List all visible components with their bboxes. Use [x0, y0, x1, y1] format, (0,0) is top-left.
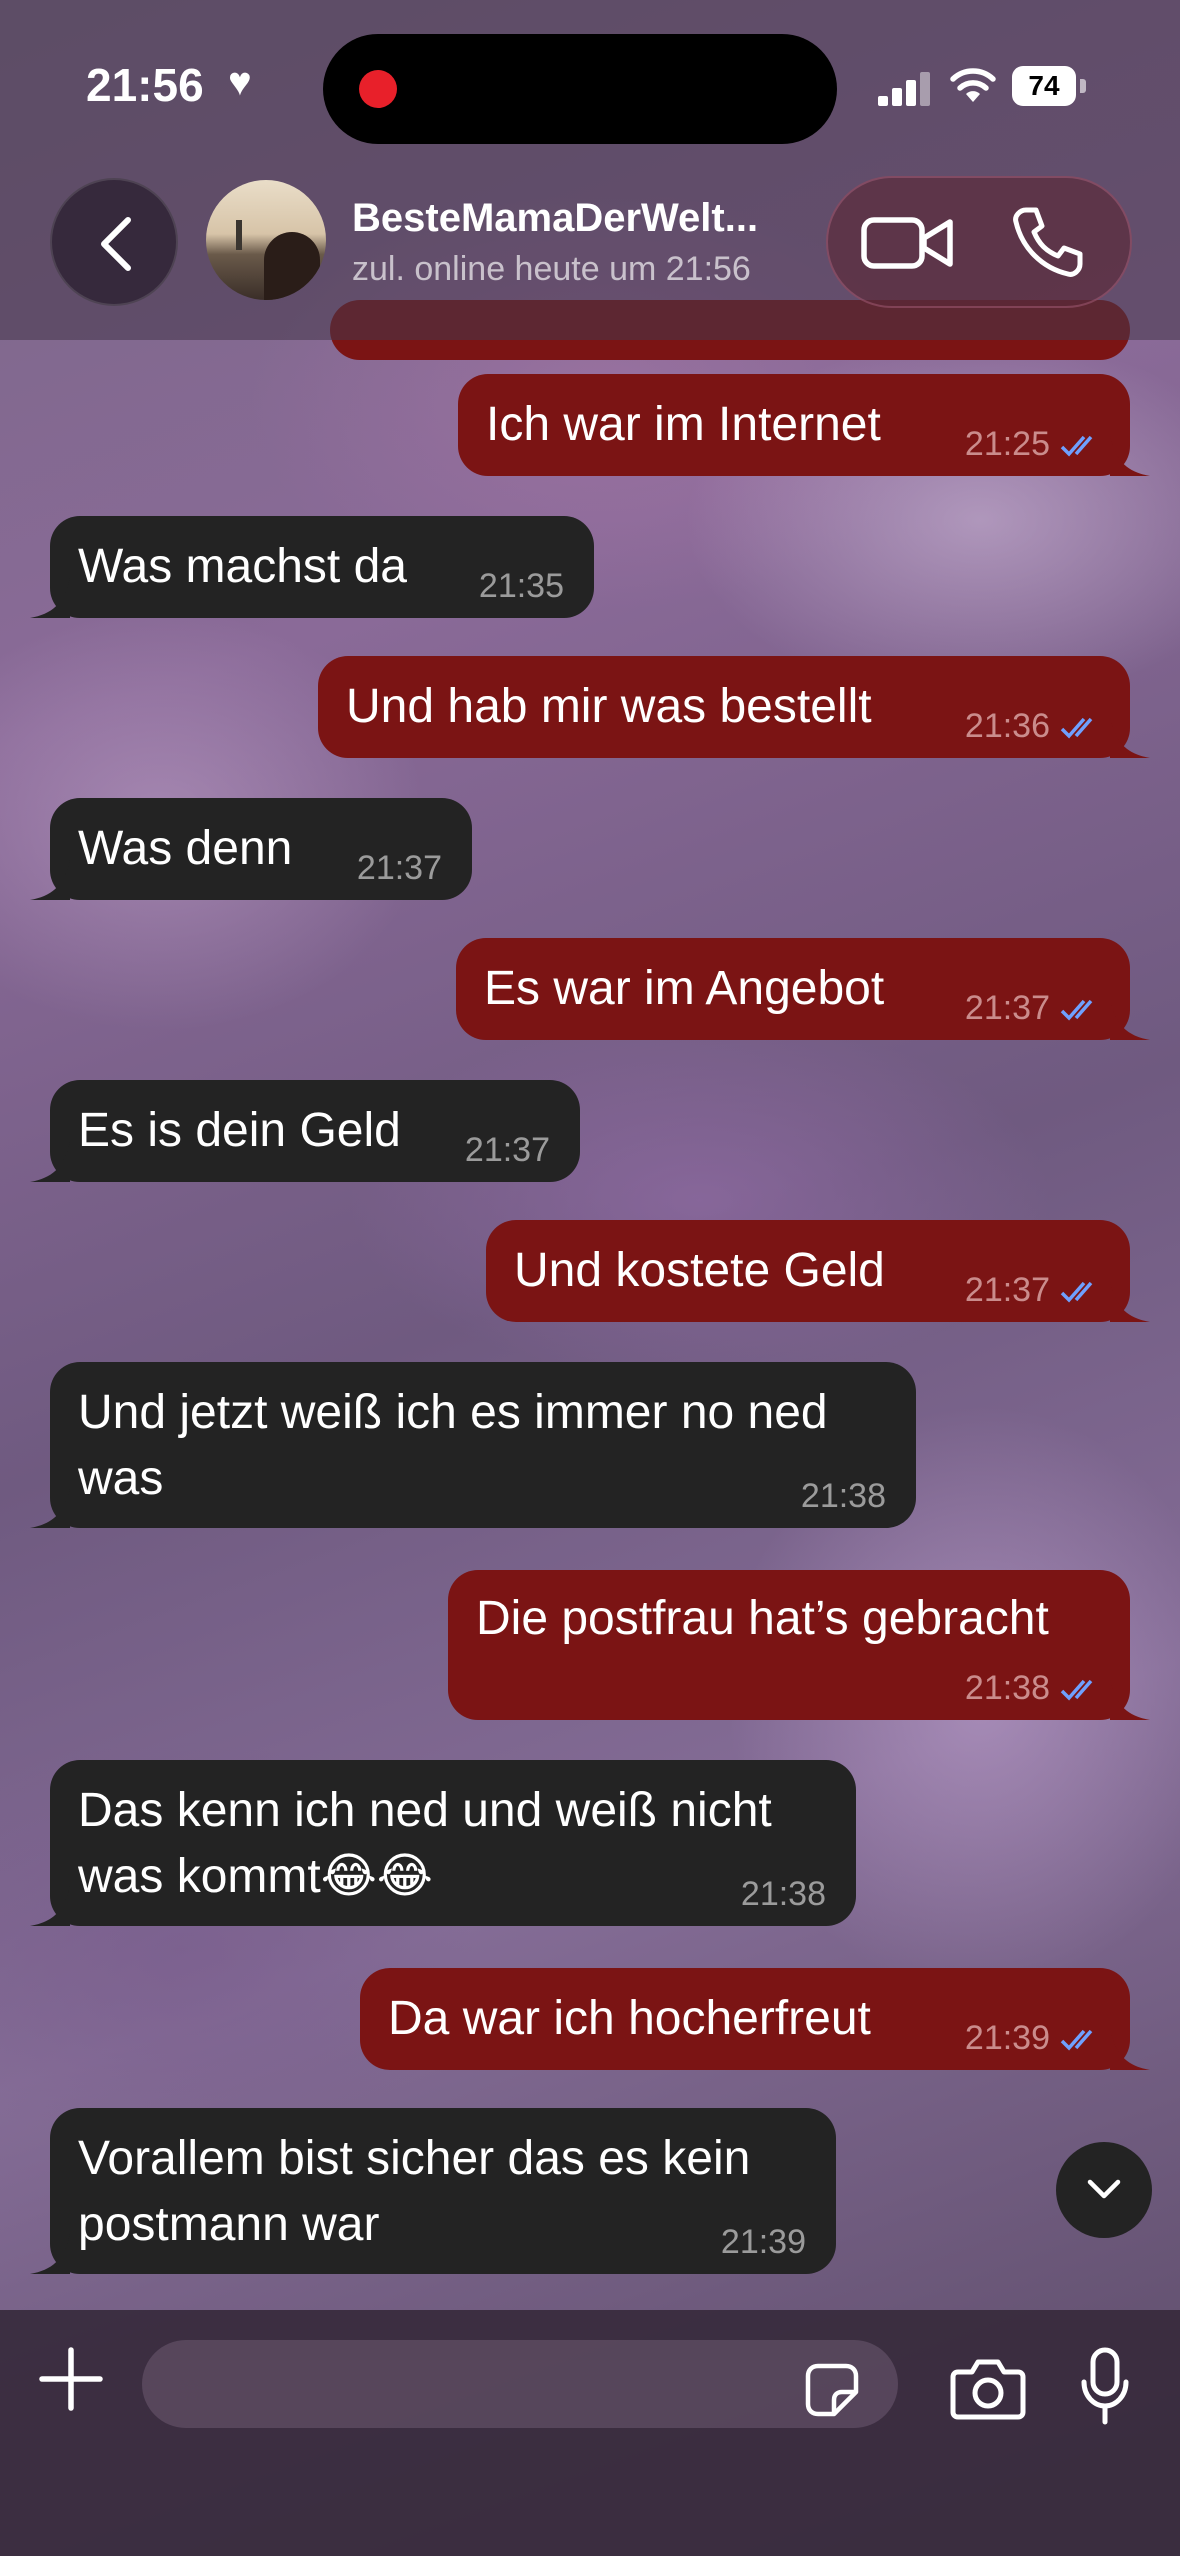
message-time: 21:38 — [800, 1477, 886, 1515]
avatar-figure — [264, 232, 320, 300]
recording-indicator — [359, 70, 397, 108]
read-ticks-icon — [1060, 1281, 1093, 1303]
message-bubble-outgoing[interactable]: Und kostete Geld 21:37 — [486, 1220, 1150, 1322]
dynamic-island — [323, 34, 837, 144]
message-bubble-incoming[interactable]: Was machst da 21:35 — [30, 516, 594, 618]
video-call-icon[interactable] — [858, 208, 958, 278]
message-time: 21:39 — [720, 2223, 806, 2261]
message-text: Das kenn ich ned und weiß nicht was komm… — [78, 1784, 786, 1903]
camera-icon[interactable] — [950, 2356, 1026, 2420]
bubble-tail — [1110, 1680, 1150, 1720]
message-time: 21:38 — [740, 1875, 826, 1913]
call-actions — [826, 176, 1132, 308]
sticker-icon[interactable] — [804, 2362, 860, 2418]
message-input-bar — [0, 2310, 1180, 2556]
message-text: Die postfrau hat’s gebracht — [476, 1592, 1049, 1645]
message-bubble-outgoing[interactable]: Die postfrau hat’s gebracht 21:38 — [448, 1570, 1150, 1720]
back-chevron-icon — [101, 217, 131, 271]
message-text: Und jetzt weiß ich es immer no ned was — [78, 1386, 841, 1505]
read-ticks-icon — [1060, 2029, 1093, 2051]
message-meta: 21:39 — [965, 2018, 1106, 2058]
back-button[interactable] — [50, 178, 178, 306]
message-time: 21:38 — [964, 1669, 1050, 1707]
message-time: 21:25 — [964, 425, 1050, 463]
message-bubble-incoming[interactable]: Es is dein Geld 21:37 — [30, 1080, 580, 1182]
avatar-tower — [236, 220, 242, 250]
microphone-icon[interactable] — [1080, 2346, 1130, 2426]
bubble-tail — [30, 1488, 70, 1528]
home-indicator — [415, 2522, 765, 2534]
message-bubble-outgoing[interactable]: Und hab mir was bestellt 21:36 — [318, 656, 1150, 758]
bubble-tail — [30, 860, 70, 900]
message-meta: 21:37 — [965, 1270, 1106, 1310]
message-bubble-incoming[interactable]: Vorallem bist sicher das es kein postman… — [30, 2108, 836, 2274]
message-text: Vorallem bist sicher das es kein postman… — [78, 2132, 764, 2251]
message-meta: 21:25 — [965, 424, 1106, 464]
message-time: 21:36 — [964, 707, 1050, 745]
scroll-to-bottom-button[interactable] — [1056, 2142, 1152, 2238]
read-ticks-icon — [1060, 1679, 1093, 1701]
message-meta: 21:38 — [965, 1668, 1106, 1708]
battery-level: 74 — [1012, 66, 1076, 106]
signal-icon — [878, 72, 930, 106]
read-ticks-icon — [1060, 717, 1093, 739]
battery-cap — [1080, 79, 1086, 93]
message-time: 21:37 — [964, 989, 1050, 1027]
bubble-tail — [1110, 1000, 1150, 1040]
chat-header: 21:56 ♥ 74 BesteMamaDerWelt... zul. onli… — [0, 0, 1180, 340]
contact-status: zul. online heute um 21:56 — [352, 250, 751, 288]
message-time: 21:37 — [356, 849, 442, 887]
message-time: 21:35 — [478, 567, 564, 605]
chevron-down-icon — [1087, 2179, 1121, 2199]
wifi-icon — [950, 68, 996, 102]
bubble-tail — [30, 1142, 70, 1182]
message-bubble-incoming[interactable]: Das kenn ich ned und weiß nicht was komm… — [30, 1760, 856, 1926]
message-meta: 21:37 — [965, 988, 1106, 1028]
heart-icon: ♥ — [228, 60, 252, 104]
message-input[interactable] — [142, 2340, 898, 2428]
avatar[interactable] — [206, 180, 326, 300]
plus-icon[interactable] — [38, 2346, 104, 2412]
status-bar: 21:56 ♥ 74 — [0, 0, 1180, 170]
message-time: 21:37 — [964, 1271, 1050, 1309]
contact-name[interactable]: BesteMamaDerWelt... — [352, 196, 758, 241]
message-bubble-incoming[interactable]: Und jetzt weiß ich es immer no ned was 2… — [30, 1362, 916, 1528]
status-time: 21:56 — [86, 59, 204, 111]
bubble-tail — [30, 2234, 70, 2274]
message-bubble-outgoing[interactable]: Da war ich hocherfreut 21:39 — [360, 1968, 1150, 2070]
message-bubble-outgoing[interactable]: Ich war im Internet 21:25 — [458, 374, 1150, 476]
bubble-tail — [1110, 2030, 1150, 2070]
read-ticks-icon — [1060, 435, 1093, 457]
message-time: 21:39 — [964, 2019, 1050, 2057]
bubble-tail — [30, 578, 70, 618]
message-time: 21:37 — [464, 1131, 550, 1169]
read-ticks-icon — [1060, 999, 1093, 1021]
bubble-tail — [1110, 1282, 1150, 1322]
bubble-tail — [1110, 436, 1150, 476]
message-meta: 21:36 — [965, 706, 1106, 746]
message-bubble-incoming[interactable]: Was denn 21:37 — [30, 798, 472, 900]
bubble-tail — [30, 1886, 70, 1926]
battery-icon: 74 — [1012, 66, 1088, 106]
bubble-tail — [1110, 718, 1150, 758]
message-bubble-outgoing[interactable]: Es war im Angebot 21:37 — [456, 938, 1150, 1040]
phone-icon[interactable] — [1008, 204, 1088, 280]
